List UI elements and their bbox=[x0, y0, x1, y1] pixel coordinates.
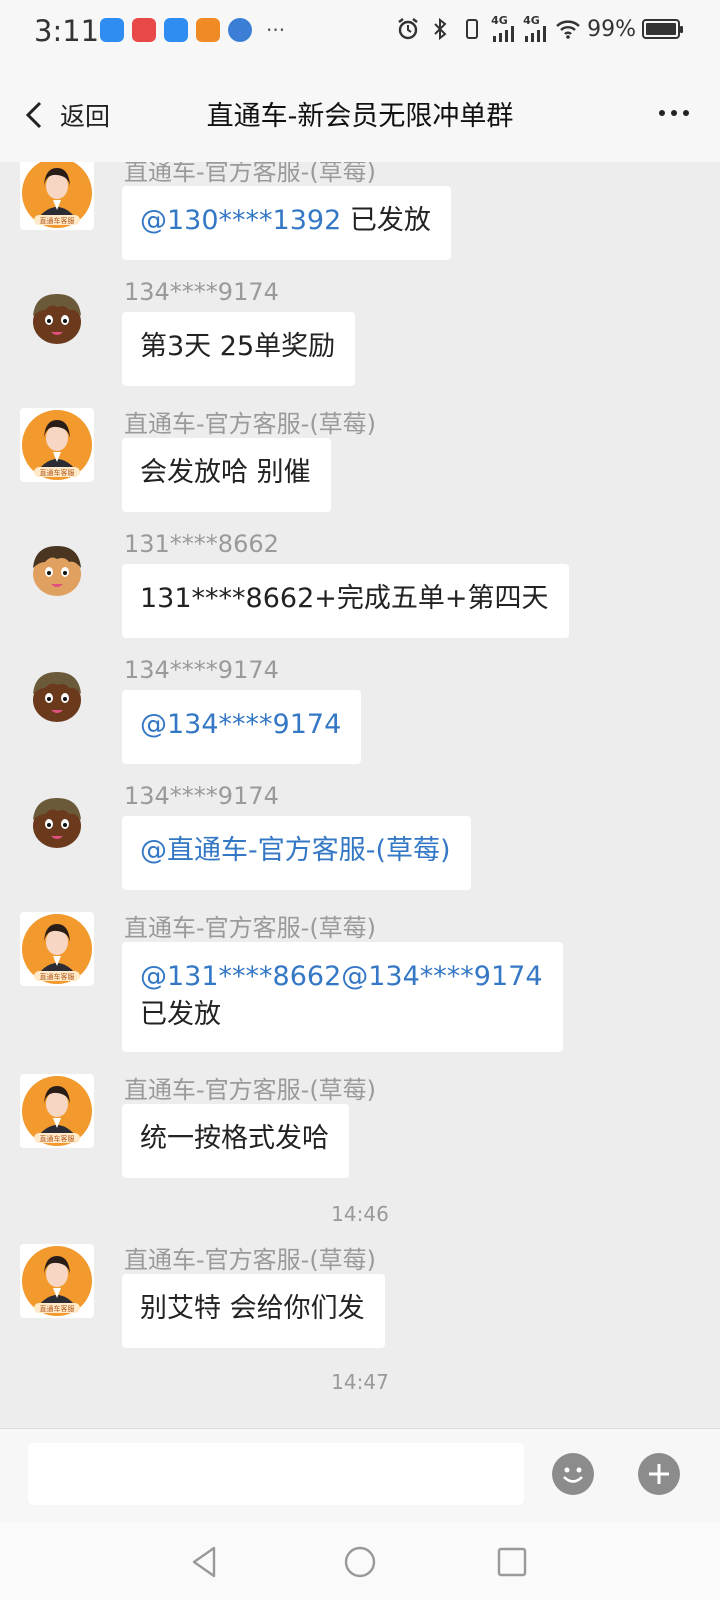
message-bubble[interactable]: @直通车-官方客服-(草莓) bbox=[122, 816, 471, 890]
nav-home-icon[interactable] bbox=[340, 1542, 380, 1582]
photo-app-icon bbox=[196, 18, 220, 42]
message-row: 直通车客服 直通车-官方客服-(草莓) @131****8662@134****91… bbox=[20, 912, 700, 1062]
input-bar bbox=[0, 1428, 720, 1523]
message-timestamp: 14:46 bbox=[331, 1202, 389, 1226]
sender-name: 直通车-官方客服-(草莓) bbox=[124, 1076, 377, 1104]
network-type-1: 4G bbox=[491, 14, 508, 27]
wifi-icon bbox=[556, 20, 580, 39]
message-text: 131****8662+完成五单+第四天 bbox=[140, 583, 549, 614]
svg-text:直通车客服: 直通车客服 bbox=[40, 216, 75, 225]
message-row: 直通车客服 直通车-官方客服-(草莓) 别艾特 会给你们发 bbox=[20, 1244, 700, 1358]
message-bubble[interactable]: @130****1392 已发放 bbox=[122, 186, 451, 260]
game-icon bbox=[132, 18, 156, 42]
smiley-icon bbox=[563, 1467, 583, 1483]
message-text: 已发放 bbox=[140, 999, 221, 1030]
sender-name: 134****9174 bbox=[124, 782, 279, 810]
alarm-icon bbox=[398, 18, 418, 40]
agent-avatar[interactable]: 直通车客服 bbox=[20, 408, 94, 482]
system-indicators: 4G 4G 99% bbox=[395, 14, 683, 42]
nav-back-icon[interactable] bbox=[186, 1542, 226, 1582]
status-bar: 3:11 ··· 4G 4G 99% bbox=[0, 0, 720, 68]
more-notifications-indicator: ··· bbox=[266, 18, 286, 42]
message-row: 直通车客服 直通车-官方客服-(草莓) 会发放哈 别催 bbox=[20, 408, 700, 522]
sender-name: 131****8662 bbox=[124, 530, 279, 558]
cartoon-avatar[interactable] bbox=[20, 282, 94, 356]
bluetooth-icon bbox=[434, 17, 447, 41]
chat-header: 返回 直通车-新会员无限冲单群 bbox=[0, 68, 720, 162]
message-bubble[interactable]: 别艾特 会给你们发 bbox=[122, 1274, 385, 1348]
message-text: 第3天 25单奖励 bbox=[140, 331, 336, 362]
agent-avatar[interactable]: 直通车客服 bbox=[20, 1074, 94, 1148]
message-row: 直通车客服 直通车-官方客服-(草莓) @130****1392 已发放 bbox=[20, 162, 700, 270]
sender-name: 直通车-官方客服-(草莓) bbox=[124, 162, 377, 186]
cartoon-avatar[interactable] bbox=[20, 786, 94, 860]
battery-percent: 99% bbox=[587, 16, 636, 42]
mention-link[interactable]: @130****1392 bbox=[140, 205, 341, 236]
more-dot bbox=[659, 110, 665, 116]
signal-icon bbox=[525, 26, 547, 42]
message-icon bbox=[164, 18, 188, 42]
message-row: 134****9174 第3天 25单奖励 bbox=[20, 278, 700, 396]
group-title: 直通车-新会员无限冲单群 bbox=[206, 101, 514, 132]
agent-avatar[interactable]: 直通车客服 bbox=[20, 912, 94, 986]
message-bubble[interactable]: 统一按格式发哈 bbox=[122, 1104, 349, 1178]
cartoon-avatar[interactable] bbox=[20, 534, 94, 608]
message-text: 已发放 bbox=[341, 205, 431, 236]
status-time: 3:11 bbox=[34, 14, 100, 48]
message-bubble[interactable]: 131****8662+完成五单+第四天 bbox=[122, 564, 569, 638]
agent-avatar[interactable]: 直通车客服 bbox=[20, 162, 94, 230]
message-icon bbox=[100, 18, 124, 42]
message-bubble[interactable]: @134****9174 bbox=[122, 690, 362, 764]
message-text: 统一按格式发哈 bbox=[140, 1123, 329, 1154]
svg-text:直通车客服: 直通车客服 bbox=[40, 972, 75, 981]
message-list[interactable]: 直通车客服 直通车-官方客服-(草莓) @130****1392 已发放 134***… bbox=[0, 162, 720, 1428]
more-dot bbox=[683, 110, 689, 116]
svg-text:直通车客服: 直通车客服 bbox=[40, 1134, 75, 1143]
message-row: 134****9174 @直通车-官方客服-(草莓) bbox=[20, 782, 700, 900]
message-bubble[interactable]: @131****8662@134****9174 已发放 bbox=[122, 942, 563, 1052]
message-text: 别艾特 会给你们发 bbox=[140, 1293, 365, 1324]
nav-recents-icon[interactable] bbox=[492, 1542, 532, 1582]
message-row: 直通车客服 直通车-官方客服-(草莓) 统一按格式发哈 bbox=[20, 1074, 700, 1188]
notification-icons: ··· bbox=[100, 18, 285, 42]
battery-icon bbox=[642, 19, 683, 39]
sender-name: 直通车-官方客服-(草莓) bbox=[124, 914, 377, 942]
svg-text:直通车客服: 直通车客服 bbox=[40, 468, 75, 477]
sender-name: 直通车-官方客服-(草莓) bbox=[124, 1246, 377, 1274]
message-input[interactable] bbox=[28, 1443, 524, 1505]
agent-avatar[interactable]: 直通车客服 bbox=[20, 1244, 94, 1318]
system-nav-bar bbox=[0, 1522, 720, 1600]
message-row: 131****8662 131****8662+完成五单+第四天 bbox=[20, 530, 700, 648]
sender-name: 134****9174 bbox=[124, 656, 279, 684]
message-row: 134****9174 @134****9174 bbox=[20, 656, 700, 774]
sender-name: 134****9174 bbox=[124, 278, 279, 306]
message-timestamp: 14:47 bbox=[331, 1370, 389, 1394]
message-bubble[interactable]: 第3天 25单奖励 bbox=[122, 312, 356, 386]
network-type-2: 4G bbox=[523, 14, 540, 27]
mention-link[interactable]: @134****9174 bbox=[140, 709, 341, 740]
plus-icon bbox=[649, 1464, 669, 1484]
emoji-button[interactable] bbox=[552, 1453, 594, 1495]
message-text: 会发放哈 别催 bbox=[140, 457, 311, 488]
mention-link[interactable]: @131****8662@134****9174 bbox=[140, 961, 543, 992]
sender-name: 直通车-官方客服-(草莓) bbox=[124, 410, 377, 438]
svg-text:直通车客服: 直通车客服 bbox=[40, 1304, 75, 1313]
browser-icon bbox=[228, 18, 252, 42]
more-options-button[interactable] bbox=[654, 98, 694, 128]
cartoon-avatar[interactable] bbox=[20, 660, 94, 734]
signal-icon bbox=[493, 26, 515, 42]
more-dot bbox=[671, 110, 677, 116]
add-button[interactable] bbox=[638, 1453, 680, 1495]
vibrate-icon bbox=[466, 19, 479, 39]
mention-link[interactable]: @直通车-官方客服-(草莓) bbox=[140, 835, 451, 866]
battery-level bbox=[646, 23, 676, 35]
message-bubble[interactable]: 会发放哈 别催 bbox=[122, 438, 331, 512]
